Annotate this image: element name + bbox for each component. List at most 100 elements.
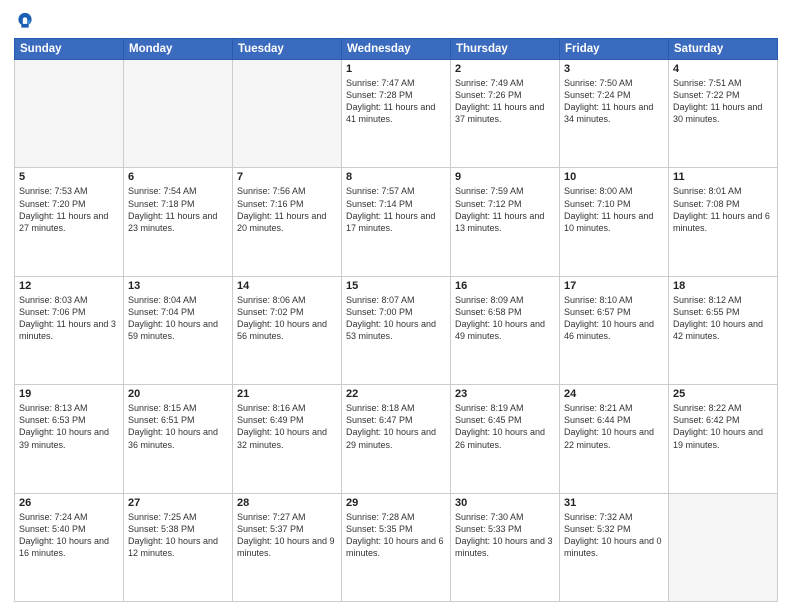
day-info: Sunrise: 7:27 AM Sunset: 5:37 PM Dayligh…	[237, 511, 337, 560]
day-number: 4	[673, 63, 773, 75]
day-number: 1	[346, 63, 446, 75]
day-cell: 9 Sunrise: 7:59 AM Sunset: 7:12 PM Daylig…	[451, 168, 560, 276]
day-cell: 26Sunrise: 7:24 AM Sunset: 5:40 PM Dayli…	[15, 493, 124, 601]
week-row-0: 1Sunrise: 7:47 AM Sunset: 7:28 PM Daylig…	[15, 60, 778, 168]
week-row-2: 12 Sunrise: 8:03 AM Sunset: 7:06 PM Dayli…	[15, 276, 778, 384]
day-info: Sunrise: 7:57 AM Sunset: 7:14 PM Dayligh…	[346, 185, 446, 234]
day-cell: 2 Sunrise: 7:49 AM Sunset: 7:26 PM Daylig…	[451, 60, 560, 168]
day-cell: 18Sunrise: 8:12 AM Sunset: 6:55 PM Dayli…	[669, 276, 778, 384]
day-number: 29	[346, 497, 446, 509]
day-number: 6	[128, 171, 228, 183]
day-number: 7	[237, 171, 337, 183]
day-info: Sunrise: 8:06 AM Sunset: 7:02 PM Dayligh…	[237, 294, 337, 343]
day-number: 19	[19, 388, 119, 400]
day-cell: 27 Sunrise: 7:25 AM Sunset: 5:38 PM Dayli…	[124, 493, 233, 601]
day-number: 24	[564, 388, 664, 400]
day-number: 23	[455, 388, 555, 400]
weekday-header-sunday: Sunday	[15, 39, 124, 60]
day-info: Sunrise: 8:22 AM Sunset: 6:42 PM Dayligh…	[673, 402, 773, 451]
day-cell: 7 Sunrise: 7:56 AM Sunset: 7:16 PM Daylig…	[233, 168, 342, 276]
day-cell: 20 Sunrise: 8:15 AM Sunset: 6:51 PM Dayli…	[124, 385, 233, 493]
day-info: Sunrise: 7:25 AM Sunset: 5:38 PM Dayligh…	[128, 511, 228, 560]
day-cell: 8Sunrise: 7:57 AM Sunset: 7:14 PM Daylig…	[342, 168, 451, 276]
day-info: Sunrise: 7:56 AM Sunset: 7:16 PM Dayligh…	[237, 185, 337, 234]
day-number: 28	[237, 497, 337, 509]
day-cell: 31Sunrise: 7:32 AM Sunset: 5:32 PM Dayli…	[560, 493, 669, 601]
logo-icon	[14, 10, 36, 32]
day-info: Sunrise: 7:49 AM Sunset: 7:26 PM Dayligh…	[455, 77, 555, 126]
weekday-header-monday: Monday	[124, 39, 233, 60]
day-cell: 11 Sunrise: 8:01 AM Sunset: 7:08 PM Dayli…	[669, 168, 778, 276]
day-info: Sunrise: 7:28 AM Sunset: 5:35 PM Dayligh…	[346, 511, 446, 560]
day-info: Sunrise: 8:10 AM Sunset: 6:57 PM Dayligh…	[564, 294, 664, 343]
day-cell: 16Sunrise: 8:09 AM Sunset: 6:58 PM Dayli…	[451, 276, 560, 384]
day-info: Sunrise: 8:13 AM Sunset: 6:53 PM Dayligh…	[19, 402, 119, 451]
day-cell	[669, 493, 778, 601]
day-number: 21	[237, 388, 337, 400]
day-cell: 4 Sunrise: 7:51 AM Sunset: 7:22 PM Daylig…	[669, 60, 778, 168]
day-cell: 5Sunrise: 7:53 AM Sunset: 7:20 PM Daylig…	[15, 168, 124, 276]
week-row-4: 26Sunrise: 7:24 AM Sunset: 5:40 PM Dayli…	[15, 493, 778, 601]
day-number: 3	[564, 63, 664, 75]
calendar-table: SundayMondayTuesdayWednesdayThursdayFrid…	[14, 38, 778, 602]
day-cell: 6 Sunrise: 7:54 AM Sunset: 7:18 PM Daylig…	[124, 168, 233, 276]
day-cell	[15, 60, 124, 168]
day-info: Sunrise: 8:16 AM Sunset: 6:49 PM Dayligh…	[237, 402, 337, 451]
day-cell: 23 Sunrise: 8:19 AM Sunset: 6:45 PM Dayli…	[451, 385, 560, 493]
day-number: 16	[455, 280, 555, 292]
day-cell: 29 Sunrise: 7:28 AM Sunset: 5:35 PM Dayli…	[342, 493, 451, 601]
week-row-1: 5Sunrise: 7:53 AM Sunset: 7:20 PM Daylig…	[15, 168, 778, 276]
day-cell: 13Sunrise: 8:04 AM Sunset: 7:04 PM Dayli…	[124, 276, 233, 384]
day-number: 2	[455, 63, 555, 75]
day-cell: 3Sunrise: 7:50 AM Sunset: 7:24 PM Daylig…	[560, 60, 669, 168]
day-cell: 14Sunrise: 8:06 AM Sunset: 7:02 PM Dayli…	[233, 276, 342, 384]
day-cell: 30 Sunrise: 7:30 AM Sunset: 5:33 PM Dayli…	[451, 493, 560, 601]
day-number: 26	[19, 497, 119, 509]
weekday-header-row: SundayMondayTuesdayWednesdayThursdayFrid…	[15, 39, 778, 60]
day-cell: 28 Sunrise: 7:27 AM Sunset: 5:37 PM Dayli…	[233, 493, 342, 601]
day-cell: 15 Sunrise: 8:07 AM Sunset: 7:00 PM Dayli…	[342, 276, 451, 384]
page: SundayMondayTuesdayWednesdayThursdayFrid…	[0, 0, 792, 612]
day-cell: 22 Sunrise: 8:18 AM Sunset: 6:47 PM Dayli…	[342, 385, 451, 493]
day-number: 20	[128, 388, 228, 400]
day-info: Sunrise: 7:59 AM Sunset: 7:12 PM Dayligh…	[455, 185, 555, 234]
weekday-header-saturday: Saturday	[669, 39, 778, 60]
day-cell: 17 Sunrise: 8:10 AM Sunset: 6:57 PM Dayli…	[560, 276, 669, 384]
weekday-header-thursday: Thursday	[451, 39, 560, 60]
day-info: Sunrise: 7:54 AM Sunset: 7:18 PM Dayligh…	[128, 185, 228, 234]
day-number: 9	[455, 171, 555, 183]
day-number: 22	[346, 388, 446, 400]
day-info: Sunrise: 8:03 AM Sunset: 7:06 PM Dayligh…	[19, 294, 119, 343]
day-info: Sunrise: 8:07 AM Sunset: 7:00 PM Dayligh…	[346, 294, 446, 343]
weekday-header-friday: Friday	[560, 39, 669, 60]
day-info: Sunrise: 7:51 AM Sunset: 7:22 PM Dayligh…	[673, 77, 773, 126]
day-cell: 10 Sunrise: 8:00 AM Sunset: 7:10 PM Dayli…	[560, 168, 669, 276]
day-info: Sunrise: 8:01 AM Sunset: 7:08 PM Dayligh…	[673, 185, 773, 234]
day-info: Sunrise: 7:30 AM Sunset: 5:33 PM Dayligh…	[455, 511, 555, 560]
day-info: Sunrise: 8:21 AM Sunset: 6:44 PM Dayligh…	[564, 402, 664, 451]
day-info: Sunrise: 8:15 AM Sunset: 6:51 PM Dayligh…	[128, 402, 228, 451]
day-number: 11	[673, 171, 773, 183]
day-info: Sunrise: 8:18 AM Sunset: 6:47 PM Dayligh…	[346, 402, 446, 451]
weekday-header-tuesday: Tuesday	[233, 39, 342, 60]
day-info: Sunrise: 8:19 AM Sunset: 6:45 PM Dayligh…	[455, 402, 555, 451]
day-cell	[124, 60, 233, 168]
day-number: 25	[673, 388, 773, 400]
header	[14, 10, 778, 32]
day-number: 30	[455, 497, 555, 509]
day-number: 15	[346, 280, 446, 292]
day-cell	[233, 60, 342, 168]
day-number: 17	[564, 280, 664, 292]
logo	[14, 10, 40, 32]
day-info: Sunrise: 8:00 AM Sunset: 7:10 PM Dayligh…	[564, 185, 664, 234]
day-cell: 24 Sunrise: 8:21 AM Sunset: 6:44 PM Dayli…	[560, 385, 669, 493]
day-info: Sunrise: 7:53 AM Sunset: 7:20 PM Dayligh…	[19, 185, 119, 234]
day-number: 13	[128, 280, 228, 292]
day-cell: 1Sunrise: 7:47 AM Sunset: 7:28 PM Daylig…	[342, 60, 451, 168]
day-cell: 19 Sunrise: 8:13 AM Sunset: 6:53 PM Dayli…	[15, 385, 124, 493]
day-number: 10	[564, 171, 664, 183]
day-cell: 21 Sunrise: 8:16 AM Sunset: 6:49 PM Dayli…	[233, 385, 342, 493]
day-number: 12	[19, 280, 119, 292]
day-info: Sunrise: 7:32 AM Sunset: 5:32 PM Dayligh…	[564, 511, 664, 560]
day-number: 27	[128, 497, 228, 509]
